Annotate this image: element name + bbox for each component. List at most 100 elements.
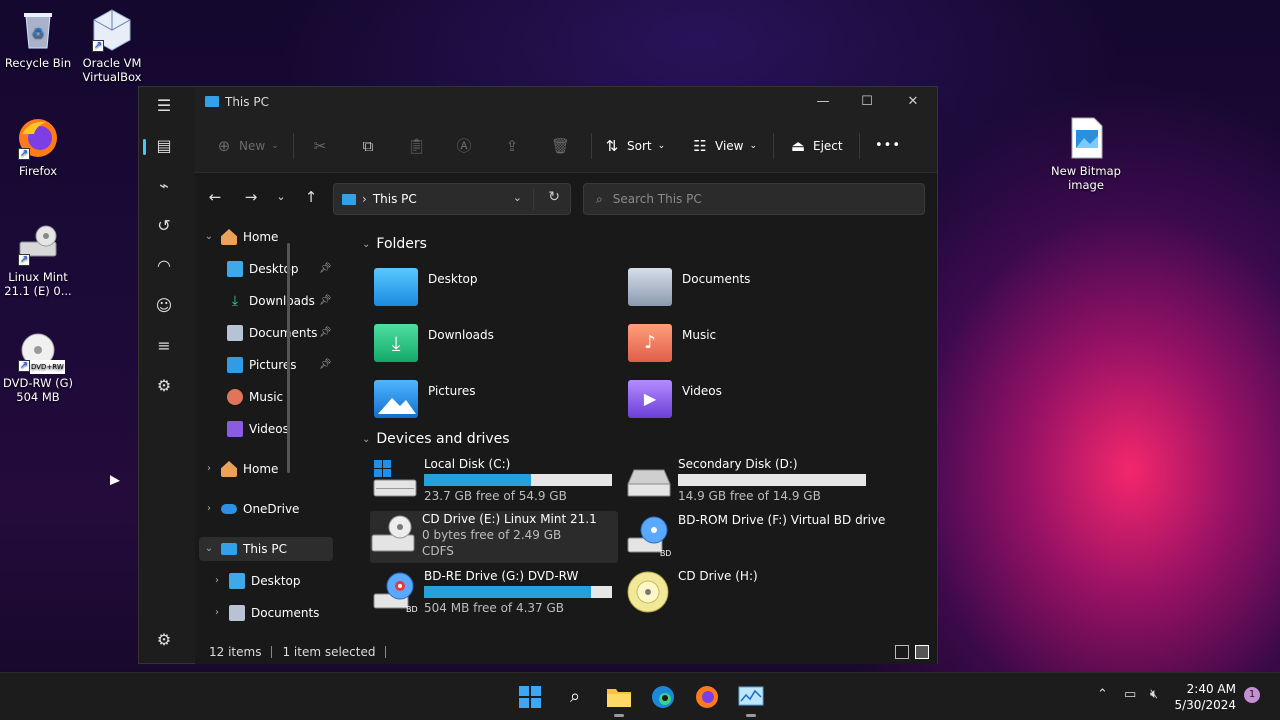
drive-item-e[interactable]: CD Drive (E:) Linux Mint 21.1 0 bytes fr… (370, 511, 618, 563)
drive-item-f[interactable]: BD BD-ROM Drive (F:) Virtual BD drive (626, 512, 926, 564)
nav-item-home-2[interactable]: › Home (203, 457, 278, 481)
drive-item-g[interactable]: BD BD-RE Drive (G:) DVD-RW 504 MB free o… (372, 568, 622, 620)
plus-circle-icon: ⊕ (217, 137, 231, 155)
minimize-button[interactable]: — (803, 91, 843, 113)
chevron-right-icon[interactable]: › (203, 497, 215, 521)
address-bar[interactable]: › This PC ⌄ ↻ (333, 183, 571, 215)
folder-icon (607, 689, 631, 707)
list-icon[interactable]: ≡ (153, 335, 175, 357)
file-explorer-taskbar-button[interactable] (605, 683, 633, 717)
desktop-icon-firefox[interactable]: ↗ Firefox (0, 116, 76, 178)
divider (591, 133, 592, 159)
search-button[interactable]: ⌕ (561, 683, 589, 711)
nav-item-pictures[interactable]: Pictures 📌︎ (227, 353, 337, 377)
search-box[interactable]: ⌕ (583, 183, 925, 215)
clipboard-icon: 📋︎ (407, 137, 427, 155)
delete-button[interactable]: 🗑︎ (551, 135, 570, 157)
chevron-down-icon[interactable]: ⌄ (203, 537, 215, 561)
firefox-taskbar-button[interactable] (693, 683, 721, 711)
start-button[interactable] (516, 683, 544, 711)
view-button[interactable]: ☷ View ⌄ (691, 135, 757, 157)
folder-item-videos[interactable]: ▶ Videos (628, 380, 868, 428)
folder-item-desktop[interactable]: Desktop (374, 268, 614, 316)
cut-button[interactable]: ✂ (311, 135, 329, 157)
volume-muted-icon[interactable]: 🔇︎ (1150, 687, 1158, 702)
close-button[interactable]: ✕ (893, 91, 933, 113)
chevron-down-icon[interactable]: ⌄ (513, 191, 522, 204)
explorer-home-icon[interactable]: ▤ (153, 135, 175, 157)
sort-button[interactable]: ⇅ Sort ⌄ (603, 135, 665, 157)
desktop-icon-linux-mint-drive[interactable]: ↗ Linux Mint 21.1 (E) 0... (0, 222, 76, 298)
back-button[interactable]: ← (205, 187, 225, 207)
chevron-right-icon[interactable]: › (211, 569, 223, 593)
nav-item-downloads[interactable]: ⤓ Downloads 📌︎ (227, 289, 337, 313)
recent-locations-button[interactable]: ⌄ (271, 187, 291, 207)
network-icon[interactable]: ▭ (1124, 687, 1136, 702)
bitmap-file-icon (1064, 116, 1108, 160)
task-manager-icon (738, 686, 764, 706)
rename-button[interactable]: Ⓐ (455, 135, 473, 157)
users-icon[interactable]: ☺ (153, 295, 175, 317)
desktop-icon-dvd-rw[interactable]: ↗ DVD+RW DVD-RW (G) 504 MB (0, 328, 76, 404)
folders-section-header[interactable]: ⌄ Folders (362, 236, 427, 252)
folder-item-documents[interactable]: Documents (628, 268, 868, 316)
task-manager-taskbar-button[interactable] (737, 683, 765, 717)
up-button[interactable]: ↑ (301, 187, 321, 207)
forward-button[interactable]: → (241, 187, 261, 207)
extensions-icon[interactable]: ⚙ (153, 375, 175, 397)
drive-free-space: 0 bytes free of 2.49 GB (422, 528, 562, 542)
edge-taskbar-button[interactable] (649, 683, 677, 711)
search-input[interactable] (612, 192, 893, 206)
paste-button[interactable]: 📋︎ (407, 135, 427, 157)
chevron-down-icon[interactable]: ⌄ (203, 225, 215, 249)
breadcrumb-this-pc[interactable]: This PC (373, 192, 417, 206)
activity-icon[interactable]: ⌁ (153, 175, 175, 197)
speed-icon[interactable]: ◠ (153, 255, 175, 277)
notification-badge[interactable]: 1 (1244, 687, 1260, 703)
drive-item-c[interactable]: Local Disk (C:) 23.7 GB free of 54.9 GB (372, 456, 622, 508)
divider (859, 133, 860, 159)
folder-item-downloads[interactable]: ⤓ Downloads (374, 324, 614, 372)
pin-icon[interactable]: 📌︎ (319, 321, 332, 345)
drives-section-header[interactable]: ⌄ Devices and drives (362, 431, 510, 447)
pin-icon[interactable]: 📌︎ (319, 353, 332, 377)
chevron-right-icon[interactable]: › (211, 601, 223, 625)
nav-item-home[interactable]: ⌄ Home (203, 225, 278, 249)
pin-icon[interactable]: 📌︎ (319, 289, 332, 313)
pin-icon[interactable]: 📌︎ (319, 257, 332, 281)
nav-item-this-pc-documents[interactable]: › Documents (211, 601, 319, 625)
desktop-icon-virtualbox[interactable]: ↗ Oracle VM VirtualBox (74, 8, 150, 84)
nav-item-this-pc-desktop[interactable]: › Desktop (211, 569, 301, 593)
this-pc-icon (342, 193, 356, 205)
menu-icon[interactable]: ☰ (153, 95, 175, 117)
settings-icon[interactable]: ⚙ (153, 629, 175, 651)
maximize-button[interactable]: ☐ (847, 91, 887, 113)
share-button[interactable]: ⇪ (503, 135, 521, 157)
new-button[interactable]: ⊕ New ⌄ (215, 135, 279, 157)
refresh-icon[interactable]: ↻ (548, 189, 560, 205)
tiles-view-icon[interactable] (915, 645, 929, 659)
drive-free-space: 14.9 GB free of 14.9 GB (678, 489, 821, 503)
desktop-icon-recycle-bin[interactable]: ♻ Recycle Bin (0, 8, 76, 70)
chevron-right-icon[interactable]: › (203, 457, 215, 481)
nav-item-documents[interactable]: Documents 📌︎ (227, 321, 337, 345)
drive-item-d[interactable]: Secondary Disk (D:) 14.9 GB free of 14.9… (626, 456, 876, 508)
show-hidden-icons-chevron-icon[interactable]: ⌃ (1097, 687, 1108, 702)
desktop-icon-new-bitmap[interactable]: New Bitmap image (1048, 116, 1124, 192)
nav-item-music[interactable]: Music (227, 385, 283, 409)
drive-item-h[interactable]: CD Drive (H:) (626, 568, 876, 620)
history-icon[interactable]: ↺ (153, 215, 175, 237)
nav-item-desktop[interactable]: Desktop 📌︎ (227, 257, 337, 281)
more-options-button[interactable]: ••• (875, 135, 901, 157)
nav-item-onedrive[interactable]: › OneDrive (203, 497, 299, 521)
nav-item-videos[interactable]: Videos (227, 417, 289, 441)
folder-item-music[interactable]: ♪ Music (628, 324, 868, 372)
eject-button[interactable]: ⏏ Eject (789, 135, 843, 157)
address-row: ← → ⌄ ↑ › This PC ⌄ ↻ ⌕ (195, 173, 937, 221)
folder-item-pictures[interactable]: Pictures (374, 380, 614, 428)
copy-button[interactable]: ⧉ (359, 135, 377, 157)
details-view-icon[interactable] (895, 645, 909, 659)
system-clock[interactable]: 2:40 AM 5/30/2024 (1174, 681, 1236, 713)
nav-item-this-pc[interactable]: ⌄ This PC (199, 537, 333, 561)
nav-scrollbar[interactable] (287, 243, 290, 473)
